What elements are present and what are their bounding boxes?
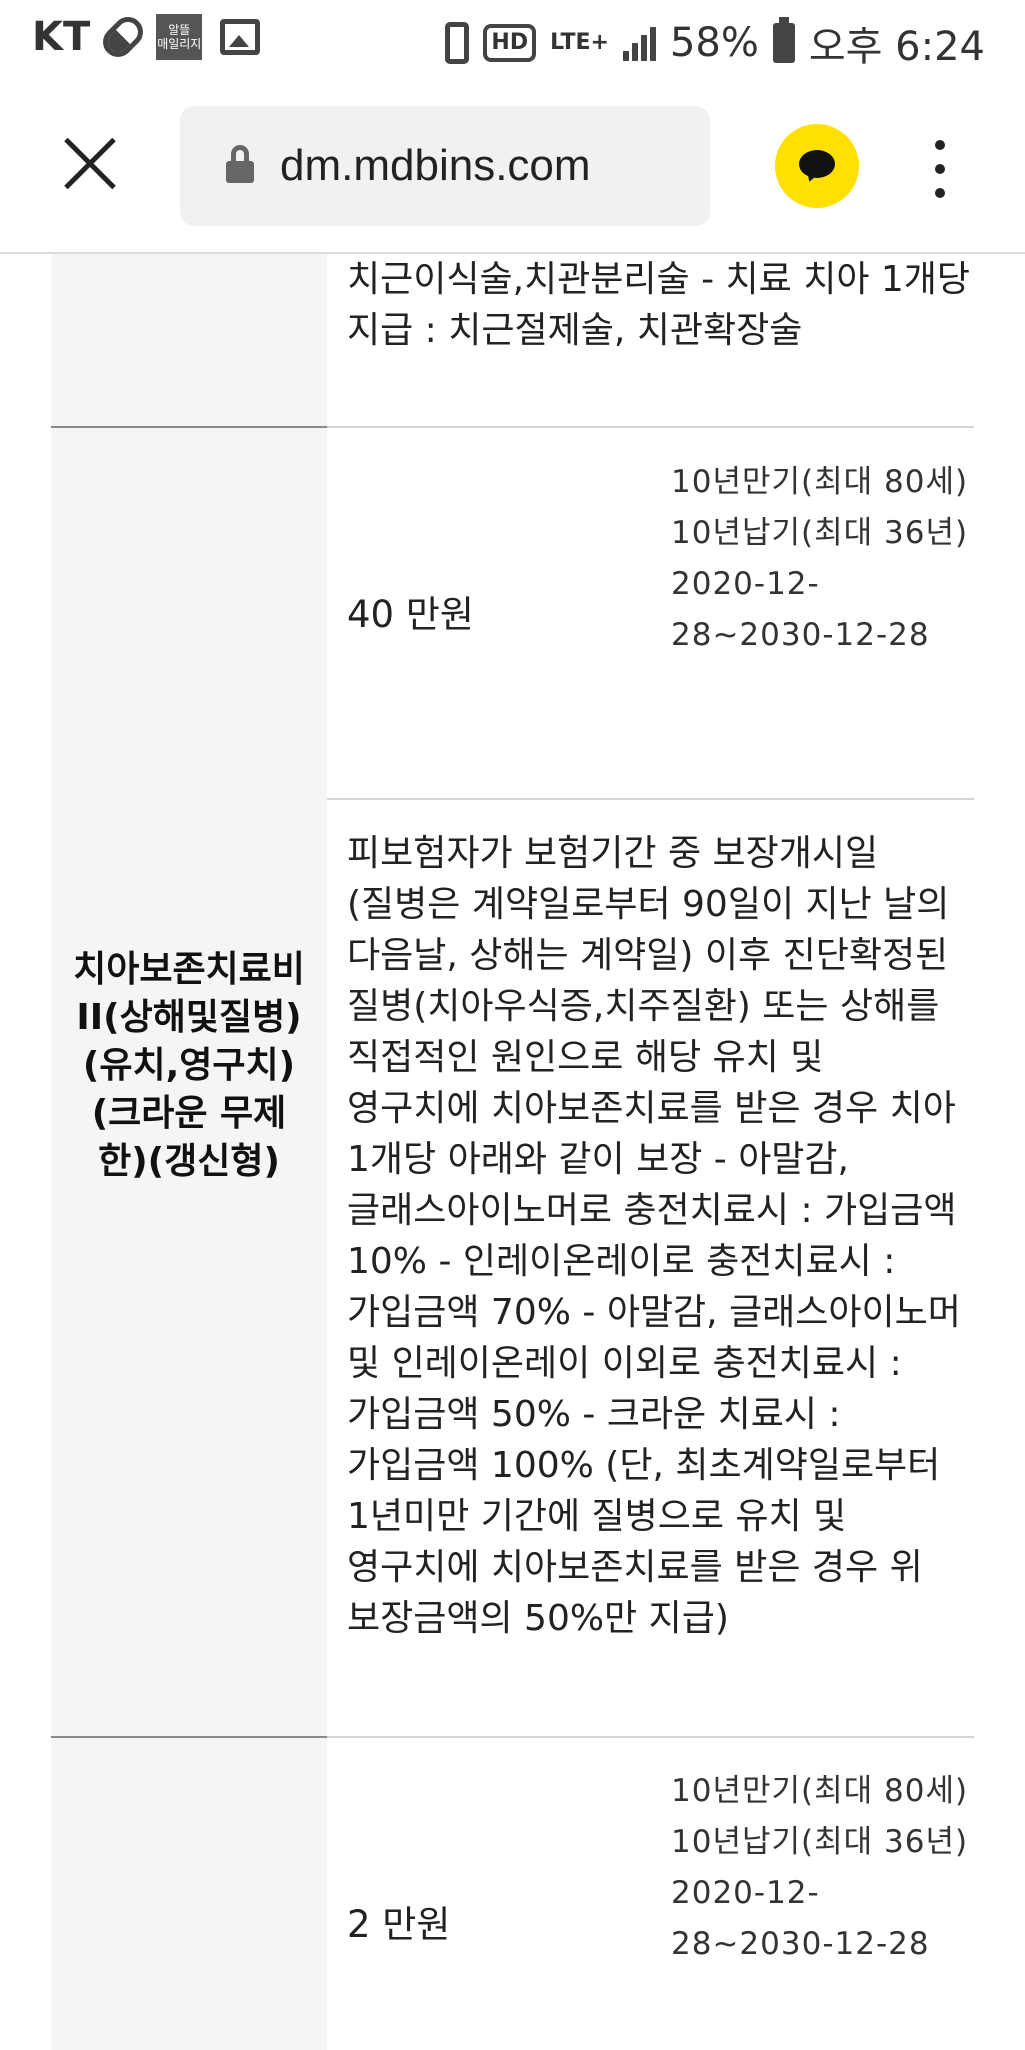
- vibrate-icon: [445, 22, 470, 64]
- clock: 오후 6:24: [808, 24, 985, 70]
- row2-period-maturity: 10년만기(최대 80세): [671, 464, 969, 500]
- url-text[interactable]: dm.mdbins.com: [280, 141, 591, 191]
- row1-label-cell: [51, 254, 327, 426]
- hd-icon: HD: [483, 24, 537, 62]
- signal-icon: [622, 25, 656, 61]
- status-left: KT 알뜰 매일리지: [32, 10, 261, 64]
- status-right: HD LTE+ 58% 오후 6:24: [445, 14, 985, 72]
- battery-icon: [772, 17, 795, 63]
- row3-label-cell: [51, 1738, 327, 2050]
- app-badge-line1: 알뜰: [168, 23, 191, 37]
- carrier-label: KT: [32, 14, 91, 60]
- pill-icon: [97, 10, 150, 64]
- battery-percent: 58%: [669, 20, 759, 66]
- row3-period-dates: 2020-12-28~2030-12-28: [671, 1875, 930, 1962]
- app-badge-line2: 매일리지: [157, 37, 202, 51]
- lock-icon: [226, 145, 254, 183]
- cell-divider: [327, 798, 974, 800]
- close-icon[interactable]: [62, 136, 118, 192]
- browser-toolbar: dm.mdbins.com: [0, 84, 1025, 254]
- status-bar: KT 알뜰 매일리지 HD LTE+ 58% 오후 6:24: [0, 0, 1025, 84]
- more-menu-icon[interactable]: [930, 140, 950, 200]
- row1-description: 방먼위판막술,치관먼위판막술,치근이식술,치관분리술 - 치료 치아 1개당 지…: [347, 254, 975, 426]
- row2-description: 피보험자가 보험기간 중 보장개시일(질병은 계약일로부터 90일이 지난 날의…: [347, 833, 961, 1639]
- row1-description-text: 방먼위판막술,치관먼위판막술,치근이식술,치관분리술 - 치료 치아 1개당 지…: [347, 259, 971, 351]
- row2-period-payment: 10년납기(최대 36년): [671, 515, 969, 551]
- row3-period-payment: 10년납기(최대 36년): [671, 1824, 969, 1860]
- row3-period-maturity: 10년만기(최대 80세): [671, 1773, 969, 1809]
- url-bar[interactable]: dm.mdbins.com: [180, 106, 710, 226]
- cell-divider: [327, 1736, 974, 1738]
- page-content: 방먼위판막술,치관먼위판막술,치근이식술,치관분리술 - 치료 치아 1개당 지…: [0, 254, 1025, 2050]
- lte-icon: LTE+: [550, 30, 609, 55]
- row2-period-dates: 2020-12-28~2030-12-28: [671, 566, 930, 653]
- row2-amount: 40 만원: [347, 593, 474, 636]
- cell-divider: [327, 426, 974, 428]
- row3-period: 10년만기(최대 80세) 10년납기(최대 36년) 2020-12-28~2…: [671, 1766, 971, 1970]
- row2-period: 10년만기(최대 80세) 10년납기(최대 36년) 2020-12-28~2…: [671, 457, 971, 661]
- row2-label-cell: 치아보존치료비II(상해및질병)(유치,영구치)(크라운 무제한)(갱신형): [51, 428, 327, 1736]
- kakao-chat-icon[interactable]: [775, 124, 859, 208]
- row3-amount: 2 만원: [347, 1903, 451, 1946]
- row2-coverage-name: 치아보존치료비II(상해및질병)(유치,영구치)(크라운 무제한)(갱신형): [73, 949, 305, 1182]
- gallery-icon: [220, 19, 261, 55]
- app-badge-icon: 알뜰 매일리지: [156, 14, 203, 60]
